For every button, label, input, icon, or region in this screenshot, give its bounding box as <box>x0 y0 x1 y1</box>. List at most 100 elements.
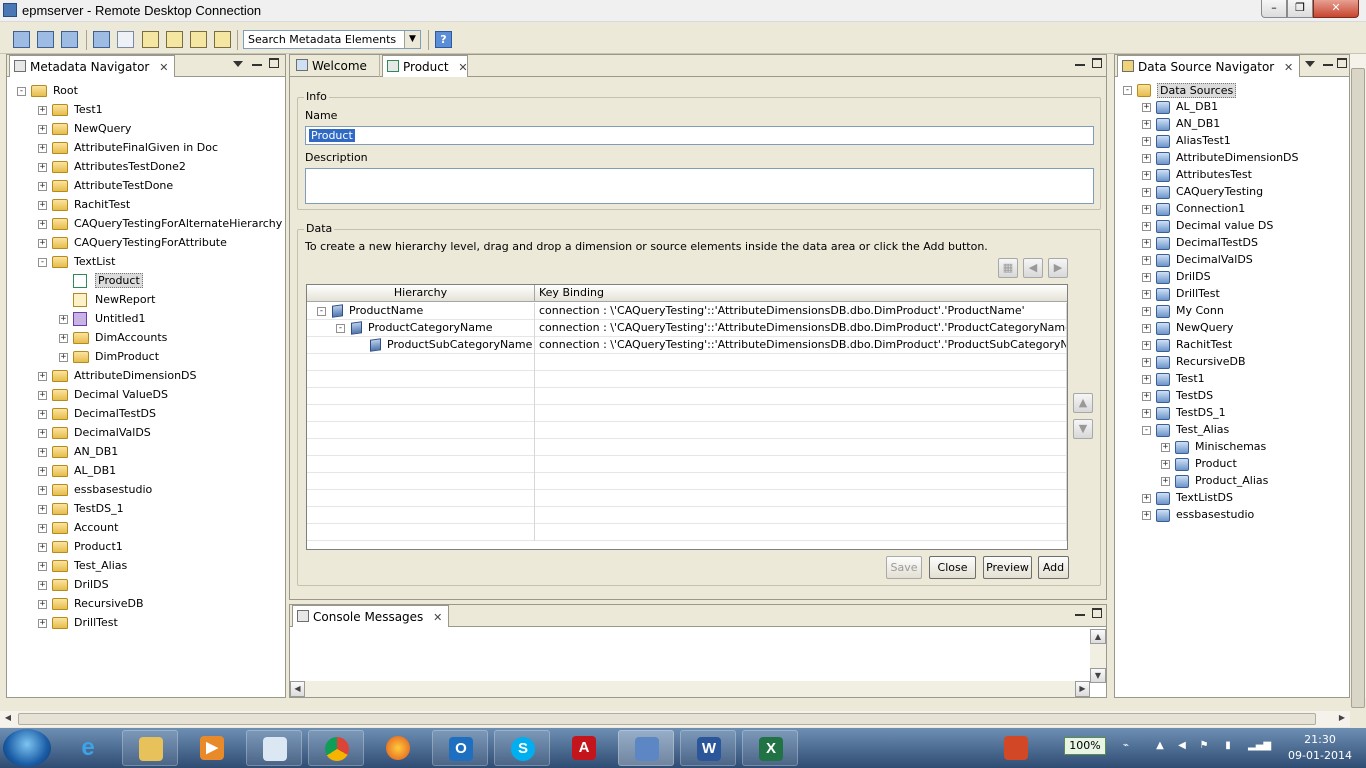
tray-clock[interactable]: 21:30 09-01-2014 <box>1280 732 1360 764</box>
tree-item[interactable]: - TextList <box>7 253 285 272</box>
table-row[interactable] <box>307 388 1067 405</box>
hierarchy-cell[interactable] <box>307 456 535 473</box>
expand-icon[interactable]: + <box>1142 358 1151 367</box>
collapse-icon[interactable]: - <box>1142 426 1151 435</box>
key-binding-cell[interactable] <box>535 456 1067 473</box>
table-row[interactable]: - ProductName connection : \'CAQueryTestin… <box>307 303 1067 320</box>
key-binding-cell[interactable] <box>535 388 1067 405</box>
minimize-editor-icon[interactable] <box>1075 58 1085 66</box>
key-binding-cell[interactable] <box>535 524 1067 541</box>
collapse-icon[interactable]: - <box>38 258 47 267</box>
expand-icon[interactable]: + <box>1142 154 1151 163</box>
expand-icon[interactable]: + <box>38 201 47 210</box>
expand-icon[interactable]: + <box>38 486 47 495</box>
tree-item[interactable]: + essbasestudio <box>7 481 285 500</box>
add-button[interactable]: Add <box>1038 556 1069 579</box>
minimize-view-icon[interactable] <box>1323 58 1333 66</box>
expand-icon[interactable]: + <box>1142 120 1151 129</box>
tree-item[interactable]: + CAQueryTestingForAttribute <box>7 234 285 253</box>
close-icon[interactable]: ✕ <box>1284 61 1293 74</box>
hierarchy-cell[interactable] <box>307 507 535 524</box>
chrome-icon[interactable] <box>308 730 364 766</box>
expand-icon[interactable]: + <box>38 581 47 590</box>
chevron-down-icon[interactable]: ▼ <box>404 31 420 48</box>
expand-icon[interactable]: + <box>1161 460 1170 469</box>
hierarchy-cell[interactable] <box>307 490 535 507</box>
hierarchy-cell[interactable] <box>307 524 535 541</box>
tab-product[interactable]: Product ✕ <box>382 55 468 77</box>
media-player-icon[interactable]: ▶ <box>184 730 240 766</box>
description-field[interactable] <box>305 168 1094 204</box>
console-vertical-scrollbar[interactable]: ▲ ▼ <box>1090 629 1106 683</box>
tab-console-messages[interactable]: Console Messages ✕ <box>292 605 450 627</box>
expand-icon[interactable]: + <box>38 562 47 571</box>
hierarchy-cell[interactable] <box>307 371 535 388</box>
document-icon[interactable] <box>117 31 134 48</box>
expand-icon[interactable]: + <box>1142 341 1151 350</box>
key-binding-cell[interactable] <box>535 439 1067 456</box>
scroll-right-icon[interactable]: ▶ <box>1075 681 1090 697</box>
tab-metadata-navigator[interactable]: Metadata Navigator ✕ <box>9 55 176 77</box>
search-metadata-combo[interactable]: Search Metadata Elements ▼ <box>243 30 421 49</box>
collapse-icon[interactable]: - <box>1123 86 1132 95</box>
maximize-console-icon[interactable] <box>1092 608 1102 618</box>
table-row[interactable] <box>307 473 1067 490</box>
start-button[interactable] <box>3 729 51 767</box>
expand-icon[interactable]: + <box>38 239 47 248</box>
arrow-up-icon[interactable]: ▲ <box>1073 393 1093 413</box>
expand-icon[interactable]: + <box>1161 477 1170 486</box>
tree-item[interactable]: + DimAccounts <box>7 329 285 348</box>
properties-icon[interactable] <box>190 31 207 48</box>
hierarchy-cell[interactable]: - ProductName <box>307 303 535 320</box>
tree-item[interactable]: + DrillTest <box>7 614 285 633</box>
table-row[interactable]: ProductSubCategoryName connection : \'CAQ… <box>307 337 1067 354</box>
tree-root[interactable]: - Root <box>7 82 285 101</box>
collapse-icon[interactable]: - <box>17 87 26 96</box>
arrow-left-icon[interactable]: ◀ <box>1023 258 1043 278</box>
tree-item[interactable]: + RecursiveDB <box>7 595 285 614</box>
expand-icon[interactable]: + <box>38 543 47 552</box>
tree-item[interactable]: + AttributeFinalGiven in Doc <box>7 139 285 158</box>
expand-icon[interactable]: + <box>38 144 47 153</box>
expand-icon[interactable]: + <box>1142 307 1151 316</box>
tree-item[interactable]: + TestDS_1 <box>7 500 285 519</box>
tree-item[interactable]: + AttributeDimensionDS <box>7 367 285 386</box>
tree-item[interactable]: + Decimal ValueDS <box>7 386 285 405</box>
power-icon[interactable]: ⌁ <box>1120 740 1132 754</box>
table-row[interactable]: - ProductCategoryName connection : \'CAQue… <box>307 320 1067 337</box>
close-window-button[interactable]: ✕ <box>1313 0 1359 18</box>
view-menu-icon[interactable] <box>233 61 243 67</box>
tree-item[interactable]: + Untitled1 <box>7 310 285 329</box>
hierarchy-table[interactable]: Hierarchy Key Binding - ProductName connec… <box>306 284 1068 550</box>
expand-icon[interactable]: + <box>59 334 68 343</box>
maximize-button[interactable]: ❐ <box>1287 0 1313 18</box>
save-button[interactable]: Save <box>886 556 922 579</box>
expand-icon[interactable]: + <box>1142 409 1151 418</box>
key-binding-cell[interactable] <box>535 507 1067 524</box>
expand-icon[interactable]: + <box>1142 375 1151 384</box>
key-binding-cell[interactable] <box>535 490 1067 507</box>
expand-icon[interactable]: + <box>1142 324 1151 333</box>
tree-item[interactable]: + DecimalValDS <box>7 424 285 443</box>
close-icon[interactable]: ✕ <box>159 61 168 74</box>
expand-icon[interactable]: + <box>59 353 68 362</box>
expand-icon[interactable]: + <box>1142 222 1151 231</box>
scroll-up-icon[interactable]: ▲ <box>1090 629 1106 644</box>
key-binding-cell[interactable]: connection : \'CAQueryTesting'::'Attribu… <box>535 303 1067 320</box>
new-icon[interactable] <box>37 31 54 48</box>
collapse-icon[interactable]: - <box>336 324 345 333</box>
internet-explorer-icon[interactable]: e <box>60 730 116 766</box>
table-row[interactable] <box>307 524 1067 541</box>
key-binding-cell[interactable] <box>535 371 1067 388</box>
key-binding-cell[interactable] <box>535 422 1067 439</box>
tree-item[interactable]: + Product1 <box>7 538 285 557</box>
tree-item[interactable]: + Account <box>7 519 285 538</box>
skype-icon[interactable]: S <box>494 730 550 766</box>
scroll-left-icon[interactable]: ◀ <box>290 681 305 697</box>
close-button[interactable]: Close <box>929 556 976 579</box>
arrow-down-icon[interactable]: ▼ <box>1073 419 1093 439</box>
office-upload-icon[interactable] <box>996 730 1036 766</box>
expand-icon[interactable]: + <box>1142 171 1151 180</box>
close-icon[interactable]: ✕ <box>433 611 442 624</box>
expand-icon[interactable]: + <box>38 505 47 514</box>
